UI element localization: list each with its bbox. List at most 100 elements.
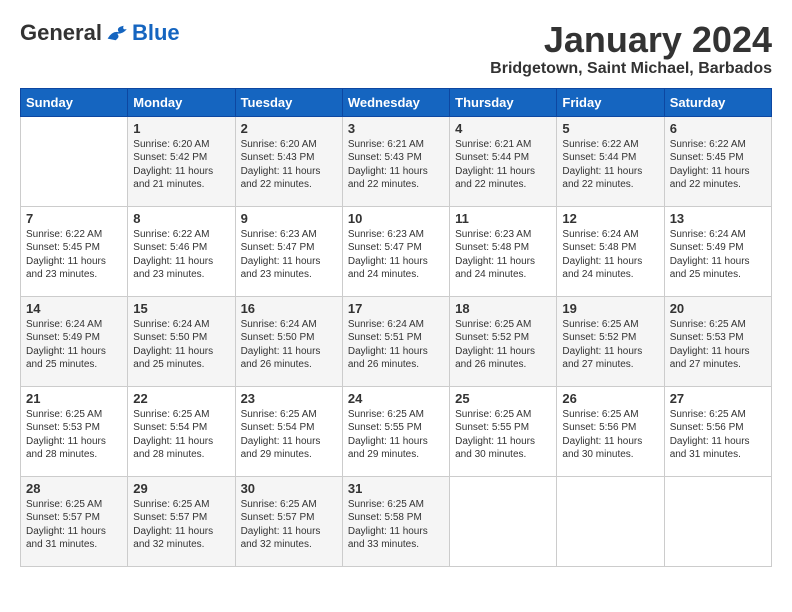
day-info: Sunrise: 6:24 AMSunset: 5:50 PMDaylight:… — [241, 318, 337, 372]
day-cell: 5 Sunrise: 6:22 AMSunset: 5:44 PMDaylight… — [557, 116, 664, 206]
day-number: 30 — [241, 481, 337, 496]
day-info: Sunrise: 6:22 AMSunset: 5:46 PMDaylight:… — [133, 228, 229, 282]
day-info: Sunrise: 6:22 AMSunset: 5:44 PMDaylight:… — [562, 138, 658, 192]
day-number: 6 — [670, 121, 766, 136]
day-cell: 9Sunrise: 6:23 AMSunset: 5:47 PMDaylight… — [235, 206, 342, 296]
day-cell — [21, 116, 128, 206]
day-info: Sunrise: 6:25 AMSunset: 5:53 PMDaylight:… — [670, 318, 766, 372]
day-info: Sunrise: 6:25 AMSunset: 5:52 PMDaylight:… — [562, 318, 658, 372]
day-number: 31 — [348, 481, 444, 496]
day-number: 12 — [562, 211, 658, 226]
day-info: Sunrise: 6:25 AMSunset: 5:54 PMDaylight:… — [241, 408, 337, 462]
day-info: Sunrise: 6:24 AMSunset: 5:50 PMDaylight:… — [133, 318, 229, 372]
day-cell: 6 Sunrise: 6:22 AMSunset: 5:45 PMDaylight… — [664, 116, 771, 206]
day-number: 2 — [241, 121, 337, 136]
title-block: January 2024 Bridgetown, Saint Michael, … — [490, 20, 772, 78]
day-cell: 29Sunrise: 6:25 AMSunset: 5:57 PMDayligh… — [128, 476, 235, 566]
day-info: Sunrise: 6:22 AMSunset: 5:45 PMDaylight:… — [670, 138, 766, 192]
day-number: 19 — [562, 301, 658, 316]
header-cell-thursday: Thursday — [450, 88, 557, 116]
day-info: Sunrise: 6:25 AMSunset: 5:53 PMDaylight:… — [26, 408, 122, 462]
day-info: Sunrise: 6:25 AMSunset: 5:58 PMDaylight:… — [348, 498, 444, 552]
day-cell: 26Sunrise: 6:25 AMSunset: 5:56 PMDayligh… — [557, 386, 664, 476]
day-info: Sunrise: 6:24 AMSunset: 5:48 PMDaylight:… — [562, 228, 658, 282]
day-cell: 3 Sunrise: 6:21 AMSunset: 5:43 PMDaylight… — [342, 116, 449, 206]
day-info: Sunrise: 6:22 AMSunset: 5:45 PMDaylight:… — [26, 228, 122, 282]
day-number: 21 — [26, 391, 122, 406]
day-info: Sunrise: 6:23 AMSunset: 5:47 PMDaylight:… — [241, 228, 337, 282]
day-number: 1 — [133, 121, 229, 136]
day-cell: 4 Sunrise: 6:21 AMSunset: 5:44 PMDaylight… — [450, 116, 557, 206]
week-row-1: 1Sunrise: 6:20 AMSunset: 5:42 PMDaylight… — [21, 116, 772, 206]
week-row-2: 7 Sunrise: 6:22 AMSunset: 5:45 PMDaylight… — [21, 206, 772, 296]
week-row-4: 21 Sunrise: 6:25 AMSunset: 5:53 PMDayligh… — [21, 386, 772, 476]
day-info: Sunrise: 6:25 AMSunset: 5:54 PMDaylight:… — [133, 408, 229, 462]
day-cell: 28 Sunrise: 6:25 AMSunset: 5:57 PMDayligh… — [21, 476, 128, 566]
day-number: 4 — [455, 121, 551, 136]
day-info: Sunrise: 6:21 AMSunset: 5:43 PMDaylight:… — [348, 138, 444, 192]
day-number: 18 — [455, 301, 551, 316]
day-info: Sunrise: 6:25 AMSunset: 5:55 PMDaylight:… — [348, 408, 444, 462]
day-cell: 2 Sunrise: 6:20 AMSunset: 5:43 PMDaylight… — [235, 116, 342, 206]
day-number: 16 — [241, 301, 337, 316]
header-cell-wednesday: Wednesday — [342, 88, 449, 116]
day-cell: 31 Sunrise: 6:25 AMSunset: 5:58 PMDayligh… — [342, 476, 449, 566]
location-title: Bridgetown, Saint Michael, Barbados — [490, 60, 772, 78]
header-cell-friday: Friday — [557, 88, 664, 116]
day-cell: 14 Sunrise: 6:24 AMSunset: 5:49 PMDayligh… — [21, 296, 128, 386]
day-cell — [450, 476, 557, 566]
day-number: 27 — [670, 391, 766, 406]
day-number: 17 — [348, 301, 444, 316]
day-number: 3 — [348, 121, 444, 136]
day-cell: 18Sunrise: 6:25 AMSunset: 5:52 PMDayligh… — [450, 296, 557, 386]
day-info: Sunrise: 6:21 AMSunset: 5:44 PMDaylight:… — [455, 138, 551, 192]
day-info: Sunrise: 6:25 AMSunset: 5:56 PMDaylight:… — [670, 408, 766, 462]
header-cell-saturday: Saturday — [664, 88, 771, 116]
logo-general-text: General — [20, 20, 102, 46]
day-number: 13 — [670, 211, 766, 226]
day-number: 8 — [133, 211, 229, 226]
day-info: Sunrise: 6:24 AMSunset: 5:51 PMDaylight:… — [348, 318, 444, 372]
logo-bird-icon — [106, 24, 130, 42]
week-row-5: 28 Sunrise: 6:25 AMSunset: 5:57 PMDayligh… — [21, 476, 772, 566]
day-info: Sunrise: 6:20 AMSunset: 5:43 PMDaylight:… — [241, 138, 337, 192]
day-number: 11 — [455, 211, 551, 226]
day-cell: 16 Sunrise: 6:24 AMSunset: 5:50 PMDayligh… — [235, 296, 342, 386]
day-info: Sunrise: 6:25 AMSunset: 5:57 PMDaylight:… — [26, 498, 122, 552]
day-number: 28 — [26, 481, 122, 496]
day-cell: 17 Sunrise: 6:24 AMSunset: 5:51 PMDayligh… — [342, 296, 449, 386]
day-info: Sunrise: 6:24 AMSunset: 5:49 PMDaylight:… — [26, 318, 122, 372]
day-number: 14 — [26, 301, 122, 316]
day-info: Sunrise: 6:24 AMSunset: 5:49 PMDaylight:… — [670, 228, 766, 282]
day-cell: 19 Sunrise: 6:25 AMSunset: 5:52 PMDayligh… — [557, 296, 664, 386]
logo: General Blue — [20, 20, 180, 46]
day-info: Sunrise: 6:25 AMSunset: 5:56 PMDaylight:… — [562, 408, 658, 462]
day-cell — [664, 476, 771, 566]
week-row-3: 14 Sunrise: 6:24 AMSunset: 5:49 PMDayligh… — [21, 296, 772, 386]
day-cell: 21 Sunrise: 6:25 AMSunset: 5:53 PMDayligh… — [21, 386, 128, 476]
day-cell: 7 Sunrise: 6:22 AMSunset: 5:45 PMDaylight… — [21, 206, 128, 296]
day-info: Sunrise: 6:25 AMSunset: 5:57 PMDaylight:… — [241, 498, 337, 552]
day-number: 7 — [26, 211, 122, 226]
header-cell-tuesday: Tuesday — [235, 88, 342, 116]
day-info: Sunrise: 6:25 AMSunset: 5:55 PMDaylight:… — [455, 408, 551, 462]
calendar-table: SundayMondayTuesdayWednesdayThursdayFrid… — [20, 88, 772, 567]
day-cell: 22Sunrise: 6:25 AMSunset: 5:54 PMDayligh… — [128, 386, 235, 476]
day-number: 5 — [562, 121, 658, 136]
header-cell-sunday: Sunday — [21, 88, 128, 116]
day-cell: 15 Sunrise: 6:24 AMSunset: 5:50 PMDayligh… — [128, 296, 235, 386]
day-number: 24 — [348, 391, 444, 406]
day-number: 10 — [348, 211, 444, 226]
day-cell: 1Sunrise: 6:20 AMSunset: 5:42 PMDaylight… — [128, 116, 235, 206]
day-cell: 24 Sunrise: 6:25 AMSunset: 5:55 PMDayligh… — [342, 386, 449, 476]
day-cell: 10 Sunrise: 6:23 AMSunset: 5:47 PMDayligh… — [342, 206, 449, 296]
page-header: General Blue January 2024 Bridgetown, Sa… — [20, 20, 772, 78]
day-number: 25 — [455, 391, 551, 406]
month-title: January 2024 — [490, 20, 772, 60]
day-cell: 8 Sunrise: 6:22 AMSunset: 5:46 PMDaylight… — [128, 206, 235, 296]
day-number: 15 — [133, 301, 229, 316]
day-info: Sunrise: 6:23 AMSunset: 5:47 PMDaylight:… — [348, 228, 444, 282]
day-number: 20 — [670, 301, 766, 316]
day-number: 29 — [133, 481, 229, 496]
day-cell: 27 Sunrise: 6:25 AMSunset: 5:56 PMDayligh… — [664, 386, 771, 476]
